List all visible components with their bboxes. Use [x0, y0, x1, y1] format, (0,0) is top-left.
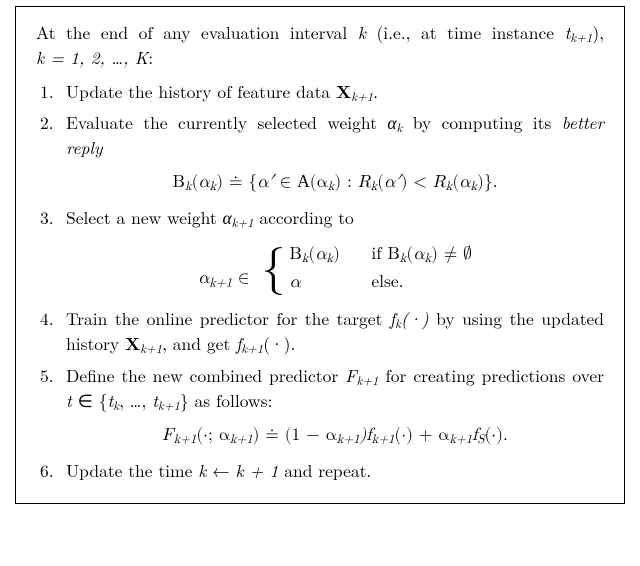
eq5-doteq: ≐: [265, 427, 279, 444]
eq2-ap: α′: [257, 174, 274, 191]
left-brace-icon: {: [261, 245, 285, 293]
eq5-end: (·).: [484, 427, 507, 444]
s5-a: Define the new combined predictor: [66, 363, 345, 388]
eq2-R2: R: [433, 174, 446, 191]
eq5-r3sub: k+1: [449, 434, 472, 446]
eq3-ne: ≠ ∅: [438, 246, 472, 263]
eq2-Rk2: k: [446, 181, 453, 193]
eq3-lhs-sub: k+1: [209, 277, 232, 289]
intro-c: ),: [592, 20, 604, 45]
s5-tk1-sub: k+1: [158, 396, 180, 414]
s4-Xsub: k+1: [140, 340, 162, 358]
s6-arrow: ←: [206, 458, 235, 483]
eq5-close: ): [253, 427, 266, 444]
s4-c: , and get: [162, 331, 236, 356]
s5-F: F: [345, 363, 356, 388]
eq5-arg: (·; α: [196, 427, 230, 444]
s1-a: Update the history of feature data: [66, 79, 336, 104]
s4-d: (·).: [263, 331, 295, 356]
eq2-A: A: [297, 171, 310, 191]
eq2-in: ∈: [274, 174, 297, 191]
s2-a: Evaluate the currently selected weight: [66, 110, 387, 135]
eq2-Rk1: k: [371, 181, 378, 193]
s5-close: } as follows:: [180, 388, 273, 413]
s5-dots: , …,: [119, 388, 152, 413]
eq2: Bk(αk) ≐ {α′ ∈ A(αk) : Rk(α′) < Rk(αk)}.: [66, 170, 604, 196]
eq5: Fk+1(·; αk+1) ≐ (1 − αk+1)fk+1(·) + αk+1…: [66, 424, 604, 449]
eq2-Aclose: ) :: [334, 174, 357, 191]
eq3-r2-else: else.: [371, 269, 403, 297]
s4-fk1-sub: k+1: [241, 340, 263, 358]
algorithm-box: At the end of any evaluation interval k …: [15, 6, 625, 504]
eq5-Fsub: k+1: [174, 434, 197, 446]
step-6: Update the time k ← k + 1 and repeat.: [66, 459, 604, 483]
eq2-lhs-sub: k: [185, 181, 192, 193]
eq3-r1-a: α: [315, 246, 326, 263]
eq5-r3: (·) + α: [394, 427, 449, 444]
eq5-r1: (1 − α: [279, 427, 337, 444]
s4-fk-arg: (·): [401, 306, 429, 331]
s1-b: .: [373, 79, 378, 104]
step-list: Update the history of feature data Xk+1.…: [36, 80, 604, 483]
s2-ak: α: [387, 110, 396, 135]
eq5-r2: )f: [360, 427, 372, 444]
step-3: Select a new weight αk+1 according to αk…: [66, 206, 604, 297]
var-t-sub: k+1: [570, 28, 592, 46]
s6-a: Update the time: [66, 458, 198, 483]
s5-Fsub: k+1: [357, 371, 379, 389]
eq2-open: {: [248, 174, 257, 191]
eq2-close: }.: [484, 174, 498, 191]
s3-ak1: α: [222, 205, 231, 230]
s6-k1: k + 1: [235, 458, 278, 483]
eq3-in: ∈: [232, 270, 255, 287]
eq2-arg: α: [198, 174, 209, 191]
step-4: Train the online predictor for the targe…: [66, 307, 604, 357]
intro-text: At the end of any evaluation interval k …: [36, 21, 604, 70]
s4-a: Train the online predictor for the targe…: [66, 306, 390, 331]
step-2: Evaluate the currently selected weight α…: [66, 111, 604, 196]
s5-b: for creating predic­tions over: [379, 363, 605, 388]
intro-b: (i.e., at time instance: [366, 20, 565, 45]
k-range: k = 1, 2, …, K: [36, 45, 148, 70]
eq3-lhs: α: [198, 270, 209, 287]
eq2-R1: R: [358, 174, 371, 191]
eq5-r2sub: k+1: [372, 434, 395, 446]
step-1: Update the history of feature data Xk+1.: [66, 80, 604, 105]
eq2-lt: <: [408, 174, 433, 191]
eq2-Aopen: (α: [310, 174, 328, 191]
eq3: αk+1 ∈ { Bk(αk) if Bk(αk) ≠ ∅ α else.: [66, 241, 604, 297]
s5-in: ∈ {: [72, 388, 108, 413]
eq5-arg-sub: k+1: [230, 434, 253, 446]
s3-b: according to: [254, 205, 354, 230]
eq3-r1-if: if B: [371, 246, 399, 263]
s2-b: by computing its: [402, 110, 561, 135]
eq5-r1sub: k+1: [337, 434, 360, 446]
var-k: k: [358, 20, 366, 45]
s6-b: and repeat.: [278, 458, 371, 483]
eq3-r2-a: α: [289, 269, 353, 297]
s3-ak1-sub: k+1: [232, 213, 254, 231]
s1-Xsub: k+1: [351, 87, 373, 105]
step-5: Define the new combined predictor Fk+1 f…: [66, 364, 604, 449]
intro-a: At the end of any evaluation interval: [36, 20, 358, 45]
intro-d: :: [148, 45, 153, 70]
s4-X: X: [125, 331, 140, 356]
eq2-doteq: ≐: [229, 174, 243, 191]
s3-a: Select a new weight: [66, 205, 222, 230]
eq2-lhs: B: [173, 174, 185, 191]
eq2-arg-sub: k: [210, 181, 217, 193]
s1-X: X: [336, 79, 351, 104]
eq3-r1-B: B: [289, 246, 301, 263]
eq5-F: F: [162, 427, 173, 444]
